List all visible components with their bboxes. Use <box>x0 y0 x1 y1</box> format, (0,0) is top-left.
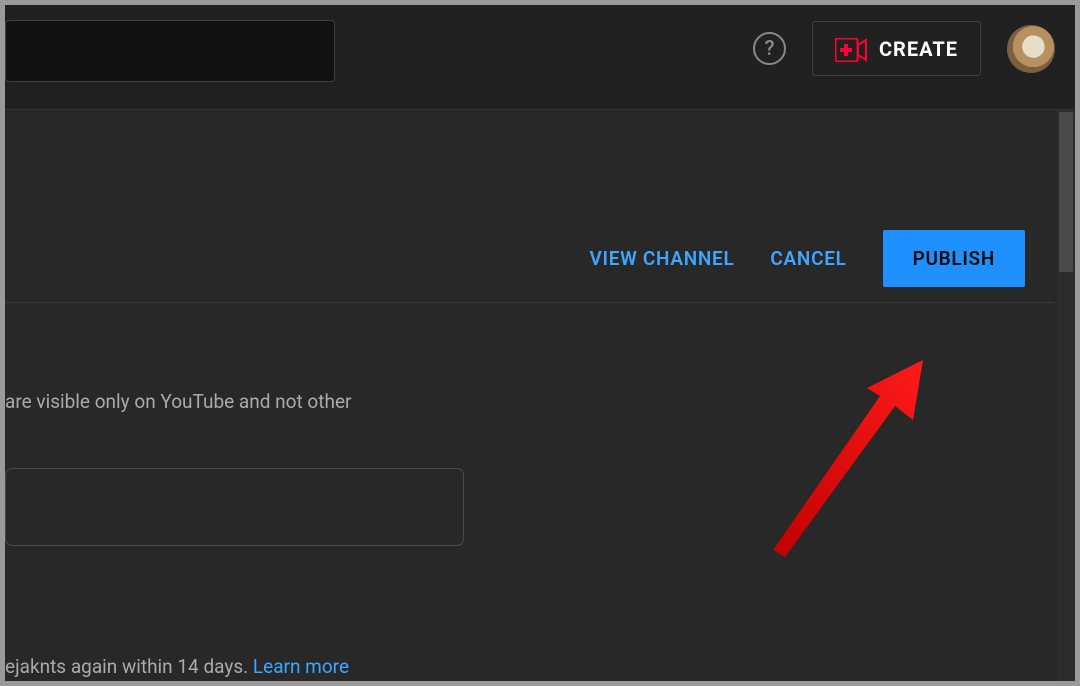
header-actions: ? CREATE <box>753 21 1055 76</box>
view-channel-link[interactable]: VIEW CHANNEL <box>590 247 735 270</box>
annotation-arrow-icon <box>755 360 975 560</box>
help-icon[interactable]: ? <box>753 32 786 65</box>
create-label: CREATE <box>879 37 958 61</box>
app-frame: ? CREATE VIEW CHANNEL CAN <box>5 5 1075 681</box>
scrollbar-thumb[interactable] <box>1059 112 1073 272</box>
content-area: VIEW CHANNEL CANCEL PUBLISH are visible … <box>5 110 1075 681</box>
search-input[interactable] <box>5 20 335 82</box>
help-glyph: ? <box>764 37 774 61</box>
create-button[interactable]: CREATE <box>812 21 981 76</box>
handle-note-text: ejaknts again within 14 days. <box>5 655 253 678</box>
avatar[interactable] <box>1007 25 1055 73</box>
handle-input[interactable] <box>5 468 464 546</box>
handle-note: ejaknts again within 14 days. Learn more <box>5 655 349 678</box>
visibility-note: are visible only on YouTube and not othe… <box>5 390 351 413</box>
cancel-button[interactable]: CANCEL <box>770 247 846 270</box>
create-video-icon <box>835 38 865 60</box>
section-divider <box>5 302 1055 303</box>
publish-button[interactable]: PUBLISH <box>883 230 1025 287</box>
scrollbar-track[interactable] <box>1057 110 1075 681</box>
header-bar: ? CREATE <box>5 5 1075 110</box>
action-button-row: VIEW CHANNEL CANCEL PUBLISH <box>590 230 1026 287</box>
learn-more-link[interactable]: Learn more <box>253 655 349 678</box>
